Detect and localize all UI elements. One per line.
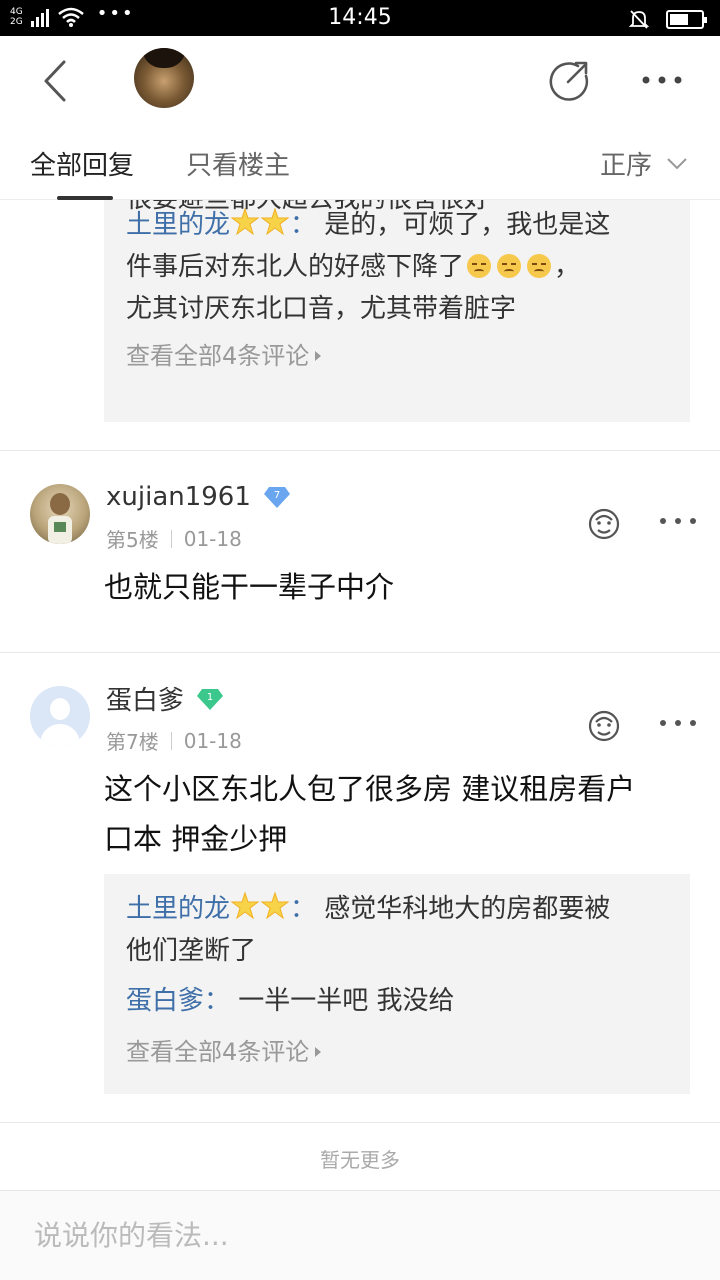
reply-face-icon[interactable]: [586, 506, 622, 542]
chevron-down-icon: [667, 157, 687, 169]
view-all-label: 查看全部4条评论: [126, 342, 310, 370]
level-badge-icon: 7: [263, 487, 290, 508]
divider: [0, 450, 720, 451]
sub-reply-username[interactable]: 蛋白爹: [126, 986, 204, 1016]
comment-text-line: 这个小区东北人包了很多房 建议租房看户: [104, 772, 636, 806]
comment-meta: 第7楼 01-18: [106, 726, 242, 755]
sub-reply-box: 土里的龙： 感觉华科地大的房都要被 他们垄断了 蛋白爹： 一半一半吧 我没给 查…: [104, 874, 690, 1094]
sub-reply-colon: ：: [290, 894, 317, 924]
comment-text-line: 口本 押金少押: [104, 822, 288, 856]
divider: [0, 652, 720, 653]
clock: 14:45: [328, 5, 392, 30]
floor-number: 第7楼: [106, 730, 159, 754]
comment-username[interactable]: xujian1961: [106, 482, 251, 512]
divider: [0, 1122, 720, 1123]
comment-text: 也就只能干一辈子中介: [104, 570, 395, 604]
reply-list: 很要避些都大超去我的很害很好 土里的龙： 是的，可烦了，我也是这 件事后对东北人…: [0, 200, 720, 1200]
star-badge-icon: [230, 207, 260, 236]
sub-reply-username[interactable]: 土里的龙: [126, 210, 230, 240]
status-bar: 4G 2G ••• 14:45: [0, 0, 720, 36]
sub-reply[interactable]: 蛋白爹： 一半一半吧 我没给: [126, 980, 668, 1022]
avatar[interactable]: [30, 686, 90, 746]
comment-username[interactable]: 蛋白爹: [106, 680, 184, 717]
view-all-label: 查看全部4条评论: [126, 1038, 310, 1066]
reply-tabs: 全部回复 只看楼主 正序: [0, 128, 720, 200]
avatar[interactable]: [30, 484, 90, 544]
comment-input-bar: [0, 1190, 720, 1280]
frown-emoji-icon: [497, 254, 522, 278]
more-icon[interactable]: [640, 66, 684, 94]
back-arrow-icon[interactable]: [36, 56, 76, 106]
person-photo-icon: [48, 493, 72, 544]
sub-reply[interactable]: 土里的龙 ： 感觉华科地大的房都要被: [126, 888, 668, 930]
comment-input[interactable]: [34, 1219, 684, 1252]
comment-text: 这个小区东北人包了很多房 建议租房看户 口本 押金少押: [104, 764, 704, 864]
comment-item: xujian1961 7 第5楼 01-18 也就只能干一辈子中介: [0, 452, 720, 652]
sub-reply-colon: ：: [290, 210, 317, 240]
tab-owner-only[interactable]: 只看楼主: [186, 145, 290, 182]
comment-username-row: xujian1961 7: [106, 482, 291, 512]
default-avatar-body: [40, 724, 80, 746]
star-badge-icon: [230, 891, 260, 920]
no-more-label: 暂无更多: [320, 1148, 400, 1172]
comment-date: 01-18: [183, 728, 242, 753]
sort-label: 正序: [600, 151, 653, 181]
tab-all-replies[interactable]: 全部回复: [30, 145, 134, 182]
sub-reply-box: 很要避些都大超去我的很害很好 土里的龙： 是的，可烦了，我也是这 件事后对东北人…: [104, 200, 690, 422]
star-badge-icon: [260, 891, 290, 920]
sub-reply[interactable]: 土里的龙 ： 是的，可烦了，我也是这: [126, 204, 676, 246]
comment-meta: 第5楼 01-18: [106, 524, 242, 553]
top-nav: [0, 36, 720, 128]
reply-face-icon[interactable]: [586, 708, 622, 744]
caret-right-icon: [315, 1047, 322, 1057]
sub-reply-text: 感觉华科地大的房都要被: [324, 894, 611, 924]
caret-right-icon: [315, 351, 322, 361]
svg-text:7: 7: [274, 490, 280, 501]
battery-icon: [666, 9, 707, 29]
comment-username-row: 蛋白爹 1: [106, 680, 224, 717]
sub-reply-colon: ：: [204, 986, 231, 1016]
meta-separator: [170, 731, 172, 750]
share-icon[interactable]: [548, 58, 592, 102]
view-all-comments-link[interactable]: 查看全部4条评论: [126, 1032, 668, 1072]
meta-separator: [170, 529, 172, 548]
svg-text:1: 1: [207, 692, 213, 703]
comment-more-icon[interactable]: [660, 518, 696, 530]
star-badge-icon: [260, 207, 290, 236]
comment-more-icon[interactable]: [660, 720, 696, 732]
sub-reply-text: 件事后对东北人的好感下降了: [126, 252, 465, 282]
sub-reply-text: 他们垄断了: [126, 936, 257, 966]
author-avatar[interactable]: [134, 48, 194, 108]
sub-reply-text-line: 件事后对东北人的好感下降了 ，: [126, 246, 676, 288]
comment-date: 01-18: [183, 526, 242, 551]
floor-number: 第5楼: [106, 528, 159, 552]
sort-dropdown[interactable]: 正序: [600, 145, 688, 182]
level-badge-icon: 1: [197, 688, 224, 710]
default-avatar-head: [50, 698, 70, 720]
sub-reply-text: ，: [554, 252, 581, 282]
sub-reply-text: 尤其讨厌东北口音，尤其带着脏字: [126, 294, 517, 324]
frown-emoji-icon: [527, 254, 552, 278]
view-all-comments-link[interactable]: 查看全部4条评论: [126, 336, 676, 376]
sub-reply-text: 是的，可烦了，我也是这: [324, 210, 611, 240]
sub-reply-username[interactable]: 土里的龙: [126, 894, 230, 924]
bell-muted-icon: [628, 10, 650, 29]
sub-reply-text: 一半一半吧 我没给: [238, 986, 455, 1016]
comment-item: 蛋白爹 1 第7楼 01-18 这个小区东北人包了很多房 建议租房看户 口本 押…: [0, 654, 720, 1124]
frown-emoji-icon: [467, 254, 492, 278]
